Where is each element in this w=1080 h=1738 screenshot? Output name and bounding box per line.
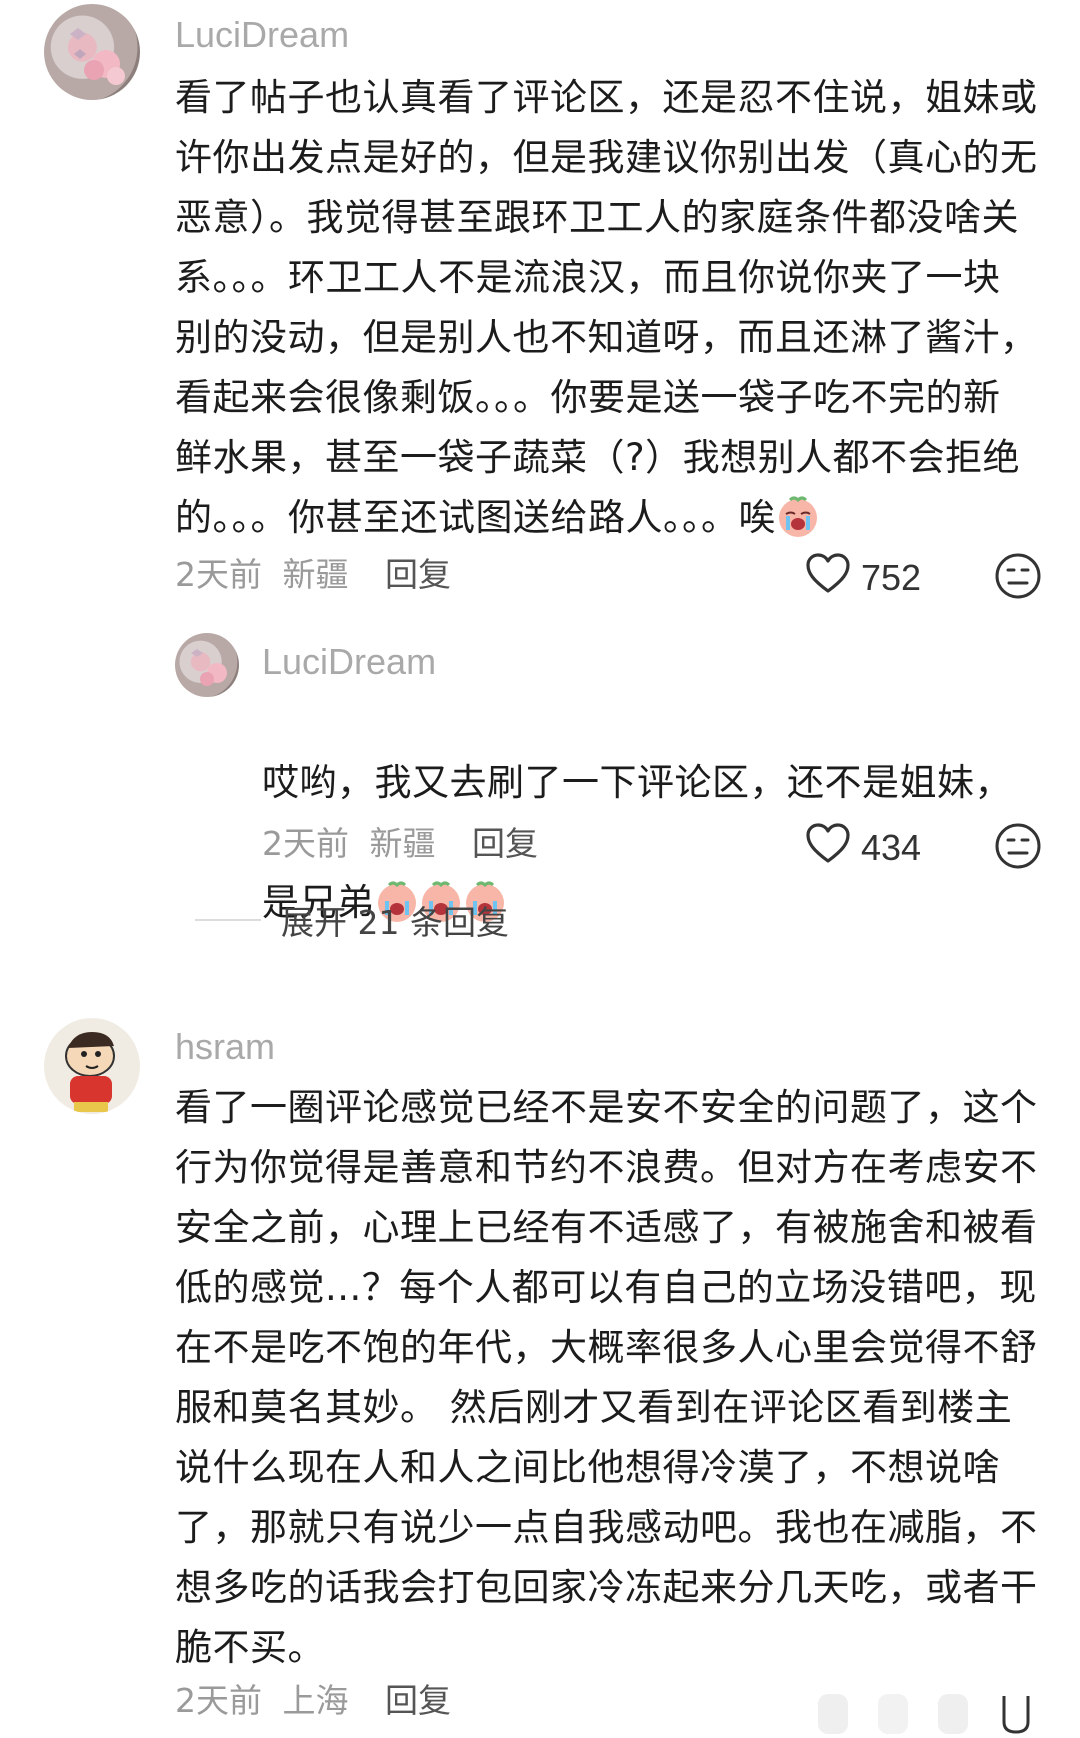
comment-text: 看了帖子也认真看了评论区，还是忍不住说，姐妹或 许你出发点是好的，但是我建议你别… bbox=[175, 68, 1055, 548]
heart-icon bbox=[805, 822, 861, 873]
dislike-button[interactable] bbox=[994, 552, 1042, 604]
avatar[interactable] bbox=[44, 4, 140, 100]
dislike-face-icon bbox=[994, 823, 1042, 874]
comment-location: 新疆 bbox=[369, 824, 436, 863]
like-count: 752 bbox=[861, 556, 922, 598]
username[interactable]: hsram bbox=[175, 1025, 275, 1069]
divider-line bbox=[195, 919, 261, 921]
heart-icon bbox=[805, 552, 861, 603]
dislike-button[interactable] bbox=[994, 822, 1042, 874]
reply-button[interactable]: 回复 bbox=[472, 824, 538, 863]
comment-text-content: 看了帖子也认真看了评论区，还是忍不住说，姐妹或 许你出发点是好的，但是我建议你别… bbox=[175, 76, 1038, 539]
comment-time: 2天前 bbox=[175, 1681, 262, 1720]
reply-button[interactable]: 回复 bbox=[385, 1681, 451, 1720]
like-button[interactable]: 752 bbox=[805, 552, 921, 603]
avatar[interactable] bbox=[44, 1018, 140, 1114]
dislike-face-icon bbox=[994, 553, 1042, 604]
comment-text: 看了一圈评论感觉已经不是安不安全的问题了，这个 行为你觉得是善意和节约不浪费。但… bbox=[175, 1086, 1038, 1669]
comment-location: 上海 bbox=[282, 1681, 349, 1720]
username[interactable]: LuciDream bbox=[262, 640, 436, 684]
username[interactable]: LuciDream bbox=[175, 13, 349, 57]
like-count: 434 bbox=[861, 826, 922, 868]
avatar[interactable] bbox=[175, 633, 239, 697]
comment-text-line-1: 哎哟，我又去刷了一下评论区，还不是姐妹， bbox=[262, 761, 1012, 804]
expand-replies-label: 展开 21 条回复 bbox=[281, 903, 509, 942]
reply-button[interactable]: 回复 bbox=[385, 555, 451, 594]
comment-meta: 2天前 上海 回复 bbox=[175, 1679, 451, 1723]
comment-location: 新疆 bbox=[282, 555, 349, 594]
comment-time: 2天前 bbox=[175, 555, 262, 594]
bottom-handles bbox=[808, 1694, 1048, 1734]
expand-replies-button[interactable]: 展开 21 条回复 bbox=[195, 896, 509, 944]
comment-meta: 2天前 新疆 回复 bbox=[175, 553, 451, 597]
comment-time: 2天前 bbox=[262, 824, 349, 863]
comment-meta: 2天前 新疆 回复 bbox=[262, 822, 538, 866]
crying-face-emoji bbox=[776, 494, 820, 538]
like-button[interactable]: 434 bbox=[805, 822, 921, 873]
